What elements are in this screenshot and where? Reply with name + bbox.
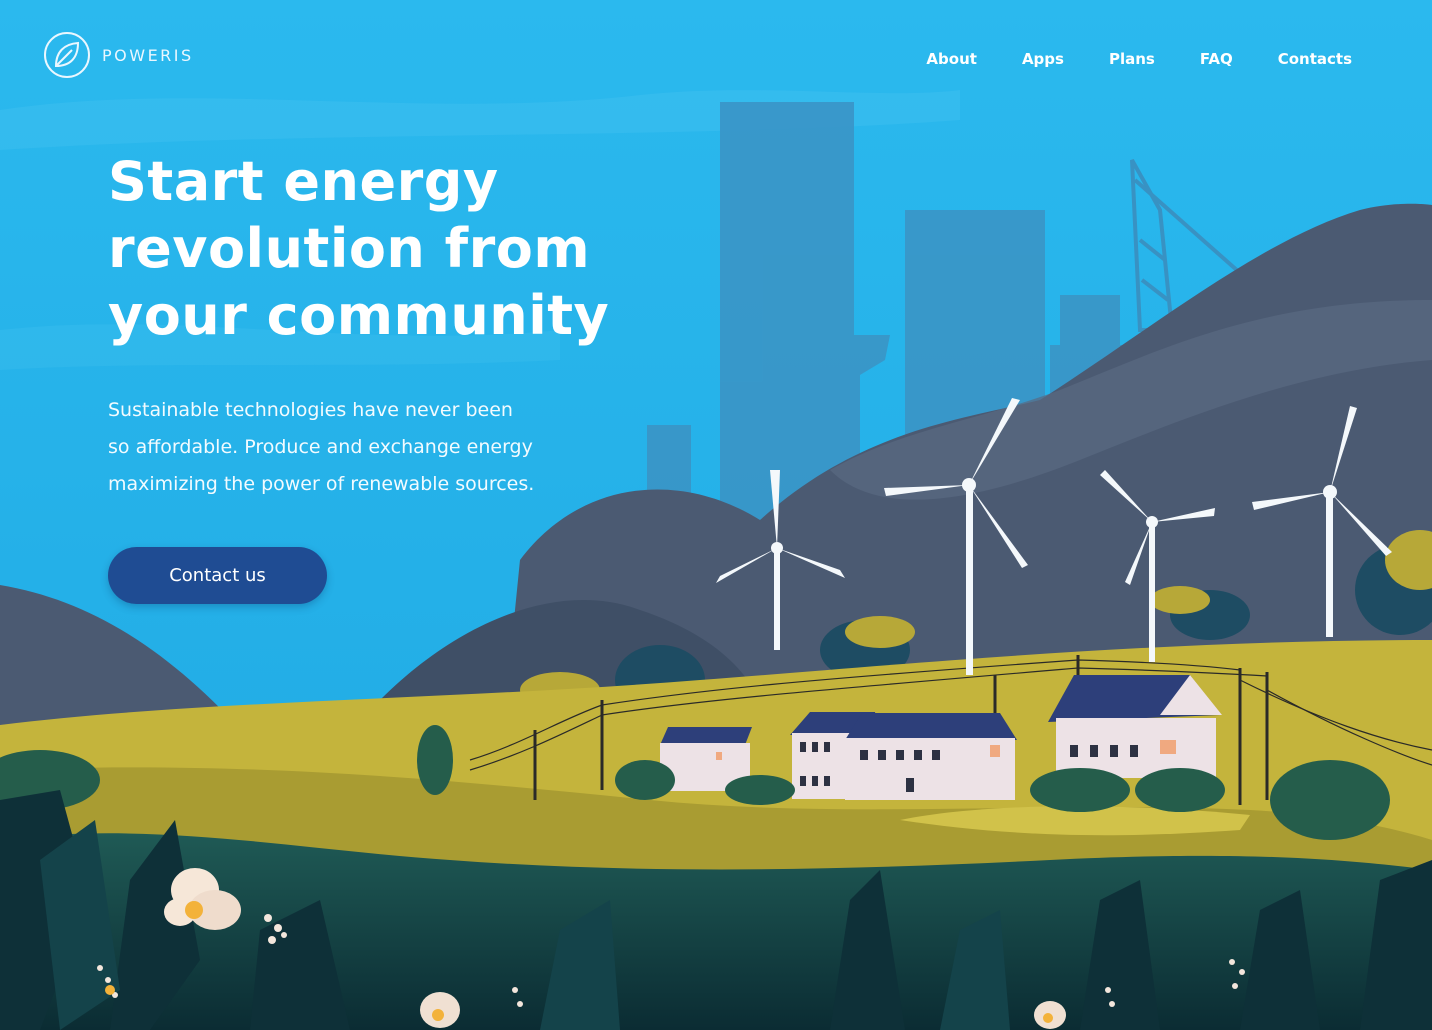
nav-link-about[interactable]: About xyxy=(926,50,977,68)
brand-name: POWERIS xyxy=(102,45,194,65)
hero-title-line: your community xyxy=(108,284,610,347)
hero-subtitle-line: maximizing the power of renewable source… xyxy=(108,473,535,495)
hero-title-line: revolution from xyxy=(108,217,591,280)
brand-logo[interactable]: POWERIS xyxy=(42,30,194,80)
contact-us-button[interactable]: Contact us xyxy=(108,547,327,604)
nav-link-contacts[interactable]: Contacts xyxy=(1278,50,1352,68)
hero-title: Start energy revolution from your commun… xyxy=(108,148,668,349)
hero-title-line: Start energy xyxy=(108,150,499,213)
hero-section: POWERIS About Apps Plans FAQ Contacts St… xyxy=(0,0,1432,1030)
hero-subtitle-line: Sustainable technologies have never been xyxy=(108,399,513,421)
hero-subtitle-line: so affordable. Produce and exchange ener… xyxy=(108,436,533,458)
nav-link-plans[interactable]: Plans xyxy=(1109,50,1155,68)
hero-subtitle: Sustainable technologies have never been… xyxy=(108,392,608,503)
main-nav: About Apps Plans FAQ Contacts xyxy=(926,50,1352,68)
nav-link-faq[interactable]: FAQ xyxy=(1200,50,1233,68)
leaf-in-circle-icon xyxy=(44,32,90,78)
nav-link-apps[interactable]: Apps xyxy=(1022,50,1064,68)
